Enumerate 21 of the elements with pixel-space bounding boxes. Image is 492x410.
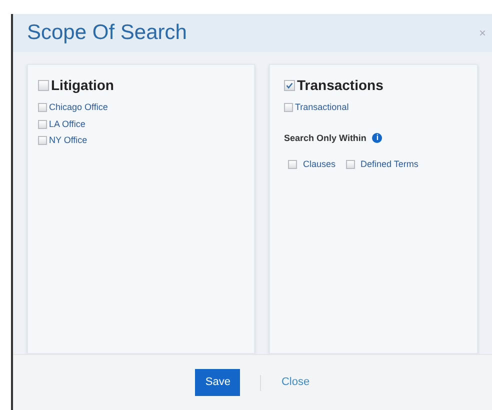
section-label: Search Only Within xyxy=(284,132,366,145)
section-heading: Transactions xyxy=(297,76,384,95)
checkbox[interactable] xyxy=(38,120,47,129)
checkbox[interactable] xyxy=(38,136,47,146)
checkbox[interactable] xyxy=(284,80,295,91)
save-button[interactable]: Save xyxy=(195,369,240,396)
option-label: Clauses xyxy=(303,158,336,171)
checkbox[interactable] xyxy=(284,103,293,112)
dialog-title: Scope Of Search xyxy=(27,20,187,46)
checkbox[interactable] xyxy=(346,160,355,170)
option-label: LA Office xyxy=(49,118,86,130)
checkbox[interactable] xyxy=(38,103,47,112)
section-heading: Litigation xyxy=(51,76,114,95)
option-label: Chicago Office xyxy=(49,101,108,114)
checkbox[interactable] xyxy=(38,80,49,91)
option-label: Defined Terms xyxy=(360,158,418,171)
info-icon[interactable]: i xyxy=(372,133,382,144)
option-label: Transactional xyxy=(295,101,349,114)
close-link[interactable]: Close xyxy=(281,374,310,391)
option-label: NY Office xyxy=(49,134,88,147)
checkbox[interactable] xyxy=(288,160,297,170)
